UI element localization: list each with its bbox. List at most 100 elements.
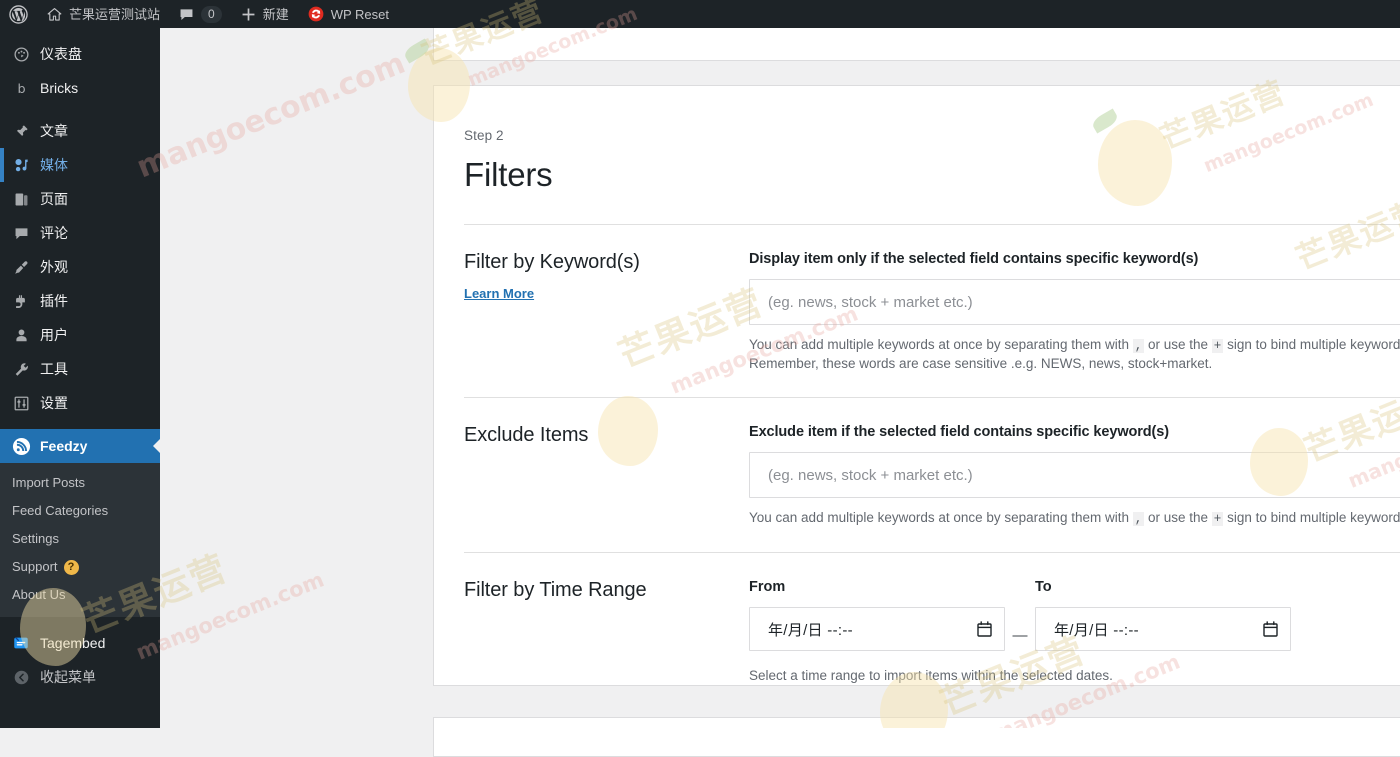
sidebar-item-tools[interactable]: 工具 bbox=[0, 352, 160, 386]
date-range-row: From 年/月/日 --:-- — To bbox=[749, 579, 1400, 657]
wp-reset-icon bbox=[307, 5, 325, 23]
next-panel-card bbox=[433, 717, 1400, 757]
section-title: Filter by Time Range bbox=[464, 579, 749, 602]
admin-sidebar-menu: 仪表盘 b Bricks 文章 媒体 页面 评论 外观 bbox=[0, 28, 160, 728]
sidebar-item-label: 评论 bbox=[40, 223, 68, 243]
submenu-item-feed-categories[interactable]: Feed Categories bbox=[0, 497, 160, 525]
sidebar-item-label: 工具 bbox=[40, 359, 68, 379]
plugin-icon bbox=[11, 291, 31, 311]
calendar-icon[interactable] bbox=[1263, 621, 1278, 637]
tagembed-icon bbox=[11, 633, 31, 653]
section-title: Filter by Keyword(s) bbox=[464, 251, 749, 274]
submenu-item-label: Support bbox=[12, 558, 58, 576]
appearance-icon bbox=[11, 257, 31, 277]
date-to-group: To 年/月/日 --:-- bbox=[1035, 579, 1291, 651]
submenu-item-support[interactable]: Support ? bbox=[0, 553, 160, 581]
new-content-button[interactable]: 新建 bbox=[231, 0, 298, 28]
help-text-part: You can add multiple keywords at once by… bbox=[749, 510, 1133, 525]
help-plus-token: + bbox=[1212, 339, 1224, 353]
collapse-menu-label: 收起菜单 bbox=[40, 667, 96, 687]
feedzy-submenu: Import Posts Feed Categories Settings Su… bbox=[0, 463, 160, 617]
submenu-item-settings[interactable]: Settings bbox=[0, 525, 160, 553]
sidebar-item-label: 用户 bbox=[40, 325, 68, 345]
page-icon bbox=[11, 189, 31, 209]
bricks-b-icon: b bbox=[11, 78, 31, 98]
tools-icon bbox=[11, 359, 31, 379]
calendar-icon[interactable] bbox=[977, 621, 992, 637]
sidebar-item-dashboard[interactable]: 仪表盘 bbox=[0, 37, 160, 71]
section-title: Exclude Items bbox=[464, 424, 749, 447]
submenu-item-label: About Us bbox=[12, 586, 65, 604]
settings-icon bbox=[11, 393, 31, 413]
comments-button[interactable]: 0 bbox=[169, 0, 231, 28]
collapse-arrow-icon bbox=[11, 667, 31, 687]
svg-text:b: b bbox=[17, 81, 25, 96]
exclude-filter-input[interactable] bbox=[749, 452, 1400, 498]
collapse-menu-button[interactable]: 收起菜单 bbox=[0, 660, 160, 694]
sidebar-item-label: Feedzy bbox=[40, 438, 87, 454]
submenu-item-about-us[interactable]: About Us bbox=[0, 581, 160, 609]
menu-separator-2 bbox=[0, 420, 160, 429]
section-label-group: Filter by Time Range bbox=[464, 579, 749, 683]
submenu-item-label: Import Posts bbox=[12, 474, 85, 492]
help-comma-token: , bbox=[1133, 339, 1145, 353]
sidebar-item-pages[interactable]: 页面 bbox=[0, 182, 160, 216]
sidebar-item-tagembed[interactable]: Tagembed bbox=[0, 626, 160, 660]
help-badge-icon: ? bbox=[64, 560, 79, 575]
field-label: Display item only if the selected field … bbox=[749, 251, 1400, 267]
wp-reset-button[interactable]: WP Reset bbox=[298, 0, 398, 28]
sidebar-item-settings[interactable]: 设置 bbox=[0, 386, 160, 420]
keyword-filter-input[interactable] bbox=[749, 279, 1400, 325]
submenu-item-label: Settings bbox=[12, 530, 59, 548]
help-text-part: or use the bbox=[1144, 337, 1212, 352]
section-filter-by-time-range: Filter by Time Range From 年/月/日 --:-- bbox=[464, 553, 1400, 683]
comments-count-badge: 0 bbox=[201, 6, 222, 23]
help-text-part: or use the bbox=[1144, 510, 1212, 525]
media-icon bbox=[11, 155, 31, 175]
help-text-part: sign to bind multiple keywords. bbox=[1223, 337, 1400, 352]
plus-icon bbox=[240, 6, 257, 23]
pin-icon bbox=[11, 121, 31, 141]
comment-icon bbox=[11, 223, 31, 243]
date-range-separator: — bbox=[1005, 613, 1035, 657]
to-datetime-value: 年/月/日 --:-- bbox=[1054, 619, 1263, 640]
sidebar-item-plugins[interactable]: 插件 bbox=[0, 284, 160, 318]
content-area: Step 2 Filters Filter by Keyword(s) Lear… bbox=[160, 28, 1400, 728]
exclude-filter-help: You can add multiple keywords at once by… bbox=[749, 509, 1400, 528]
to-datetime-input[interactable]: 年/月/日 --:-- bbox=[1035, 607, 1291, 651]
sidebar-item-bricks[interactable]: b Bricks bbox=[0, 71, 160, 105]
help-text-part: sign to bind multiple keywords. bbox=[1223, 510, 1400, 525]
comment-bubble-icon bbox=[178, 6, 195, 23]
home-icon bbox=[46, 6, 63, 23]
feedzy-rss-icon bbox=[11, 436, 31, 456]
sidebar-item-label: 插件 bbox=[40, 291, 68, 311]
menu-separator-3 bbox=[0, 617, 160, 626]
sidebar-item-comments[interactable]: 评论 bbox=[0, 216, 160, 250]
sidebar-item-feedzy[interactable]: Feedzy bbox=[0, 429, 160, 463]
learn-more-link[interactable]: Learn More bbox=[464, 286, 749, 301]
sidebar-item-appearance[interactable]: 外观 bbox=[0, 250, 160, 284]
keyword-filter-help: You can add multiple keywords at once by… bbox=[749, 336, 1400, 373]
wordpress-logo-icon bbox=[9, 5, 28, 24]
section-field-group: Exclude item if the selected field conta… bbox=[749, 424, 1400, 528]
sidebar-item-media[interactable]: 媒体 bbox=[0, 148, 160, 182]
help-text-part: You can add multiple keywords at once by… bbox=[749, 337, 1133, 352]
from-datetime-input[interactable]: 年/月/日 --:-- bbox=[749, 607, 1005, 651]
sidebar-item-label: Tagembed bbox=[40, 635, 105, 651]
sidebar-item-users[interactable]: 用户 bbox=[0, 318, 160, 352]
dashboard-icon bbox=[11, 44, 31, 64]
section-filter-by-keywords: Filter by Keyword(s) Learn More Display … bbox=[464, 225, 1400, 373]
step-label: Step 2 bbox=[464, 128, 1400, 143]
submenu-item-import-posts[interactable]: Import Posts bbox=[0, 469, 160, 497]
menu-separator-1 bbox=[0, 105, 160, 114]
date-from-group: From 年/月/日 --:-- bbox=[749, 579, 1005, 651]
time-range-help: Select a time range to import items with… bbox=[749, 668, 1400, 683]
wp-logo-button[interactable] bbox=[0, 0, 37, 28]
sidebar-item-posts[interactable]: 文章 bbox=[0, 114, 160, 148]
sidebar-item-label: Bricks bbox=[40, 80, 78, 96]
site-name-button[interactable]: 芒果运营测试站 bbox=[37, 0, 169, 28]
sidebar-item-label: 页面 bbox=[40, 189, 68, 209]
section-field-group: Display item only if the selected field … bbox=[749, 251, 1400, 373]
sidebar-item-label: 设置 bbox=[40, 393, 68, 413]
filters-panel-card: Step 2 Filters Filter by Keyword(s) Lear… bbox=[433, 85, 1400, 686]
